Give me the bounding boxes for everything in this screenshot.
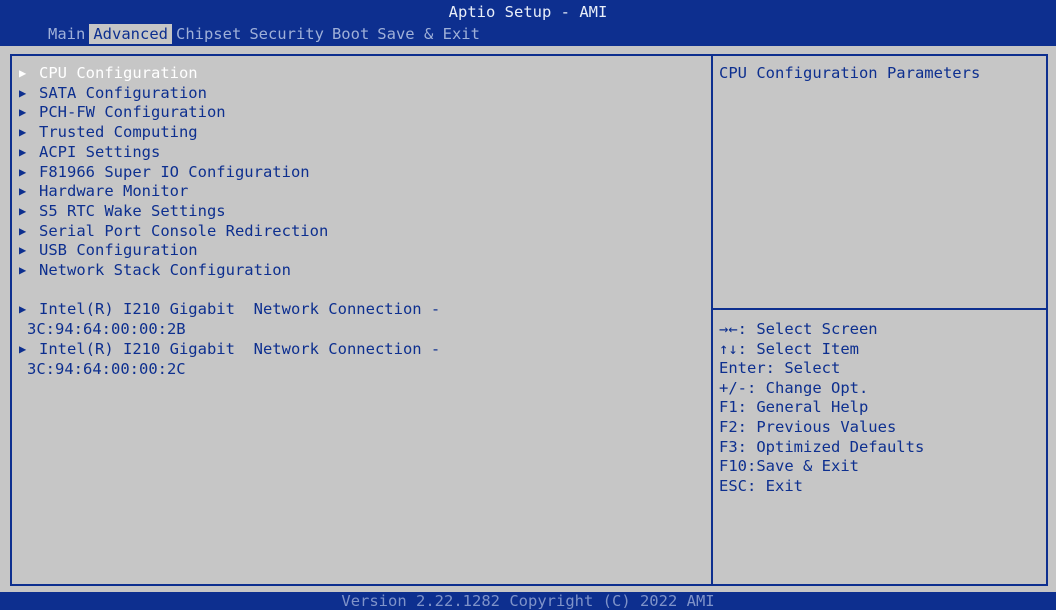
triangle-right-icon: ▶ xyxy=(19,144,27,159)
key-select-screen: →←: Select Screen xyxy=(719,320,878,338)
key-change-opt: +/-: Change Opt. xyxy=(719,378,869,397)
triangle-right-icon: ▶ xyxy=(19,85,27,100)
menu-item-label: PCH-FW Configuration xyxy=(39,103,226,122)
key-general-help: F1: General Help xyxy=(719,398,869,417)
key-legend: →←: Select Screen ↑↓: Select Item Enter:… xyxy=(719,320,1039,496)
network-connection-name: Intel(R) I210 Gigabit Network Connection… xyxy=(39,300,441,319)
network-connection-mac: 3C:94:64:00:00:2C xyxy=(27,359,186,378)
key-previous-values: F2: Previous Values xyxy=(719,417,897,436)
vertical-divider xyxy=(711,54,713,586)
key-select-item: ↑↓: Select Item xyxy=(719,339,859,358)
tab-main[interactable]: Main xyxy=(44,24,89,44)
tab-save-exit[interactable]: Save & Exit xyxy=(373,24,484,44)
network-connection-title: ▶ Intel(R) I210 Gigabit Network Connecti… xyxy=(19,340,699,360)
help-divider xyxy=(713,308,1048,310)
menu-item-hardware-monitor[interactable]: ▶ Hardware Monitor xyxy=(19,182,699,202)
triangle-right-icon: ▶ xyxy=(19,302,27,317)
menu-item-label: Network Stack Configuration xyxy=(39,261,291,280)
app-title: Aptio Setup - AMI xyxy=(448,3,608,21)
triangle-right-icon: ▶ xyxy=(19,341,27,356)
version-text: Version 2.22.1282 Copyright (C) 2022 AMI xyxy=(341,592,715,610)
menu-item-label: ACPI Settings xyxy=(39,142,161,161)
key-optimized-defaults: F3: Optimized Defaults xyxy=(719,437,925,456)
tab-chipset[interactable]: Chipset xyxy=(172,24,245,44)
menu-item-label: F81966 Super IO Configuration xyxy=(39,162,310,181)
menu-item-s5-rtc-wake-settings[interactable]: ▶ S5 RTC Wake Settings xyxy=(19,202,699,222)
menu-item-label: S5 RTC Wake Settings xyxy=(39,201,226,220)
triangle-right-icon: ▶ xyxy=(19,105,27,120)
network-connection-name: Intel(R) I210 Gigabit Network Connection… xyxy=(39,339,441,358)
menu-item-label: Hardware Monitor xyxy=(39,182,189,201)
menu-item-label: SATA Configuration xyxy=(39,83,207,102)
triangle-right-icon: ▶ xyxy=(19,243,27,258)
network-connection-title: ▶ Intel(R) I210 Gigabit Network Connecti… xyxy=(19,300,699,320)
menu-item-super-io-configuration[interactable]: ▶ F81966 Super IO Configuration xyxy=(19,163,699,183)
key-save-exit: F10:Save & Exit xyxy=(719,457,859,476)
key-esc-exit: ESC: Exit xyxy=(719,476,803,495)
menu-item-sata-configuration[interactable]: ▶ SATA Configuration xyxy=(19,84,699,104)
tab-advanced[interactable]: Advanced xyxy=(89,24,172,44)
menu-item-label: Serial Port Console Redirection xyxy=(39,221,329,240)
triangle-right-icon: ▶ xyxy=(19,125,27,140)
triangle-right-icon: ▶ xyxy=(19,164,27,179)
triangle-right-icon: ▶ xyxy=(19,223,27,238)
network-connection-mac: 3C:94:64:00:00:2B xyxy=(27,320,186,339)
menu-item-network-connection-1[interactable]: ▶ Intel(R) I210 Gigabit Network Connecti… xyxy=(19,300,699,339)
menu-item-label: Trusted Computing xyxy=(39,123,198,142)
menu-item-label: CPU Configuration xyxy=(39,64,198,82)
triangle-right-icon: ▶ xyxy=(19,184,27,199)
menu-item-acpi-settings[interactable]: ▶ ACPI Settings xyxy=(19,143,699,163)
menu-item-usb-configuration[interactable]: ▶ USB Configuration xyxy=(19,241,699,261)
menu-item-network-stack-configuration[interactable]: ▶ Network Stack Configuration xyxy=(19,261,699,281)
help-description: CPU Configuration Parameters xyxy=(719,64,981,82)
menu-item-network-connection-2[interactable]: ▶ Intel(R) I210 Gigabit Network Connecti… xyxy=(19,340,699,379)
header-bar: Aptio Setup - AMI Main Advanced Chipset … xyxy=(0,0,1056,46)
menu-item-cpu-configuration[interactable]: ▶ CPU Configuration xyxy=(19,64,699,84)
menu-item-trusted-computing[interactable]: ▶ Trusted Computing xyxy=(19,123,699,143)
footer-bar: Version 2.22.1282 Copyright (C) 2022 AMI xyxy=(0,592,1056,610)
tab-security[interactable]: Security xyxy=(245,24,328,44)
triangle-right-icon: ▶ xyxy=(19,66,27,80)
menu-item-pch-fw-configuration[interactable]: ▶ PCH-FW Configuration xyxy=(19,103,699,123)
menu-item-label: USB Configuration xyxy=(39,241,198,260)
tab-bar: Main Advanced Chipset Security Boot Save… xyxy=(44,24,484,44)
key-enter-select: Enter: Select xyxy=(719,359,841,378)
menu-spacer xyxy=(19,281,699,301)
triangle-right-icon: ▶ xyxy=(19,203,27,218)
triangle-right-icon: ▶ xyxy=(19,263,27,278)
menu-item-serial-port-console-redirection[interactable]: ▶ Serial Port Console Redirection xyxy=(19,222,699,242)
menu-list: ▶ CPU Configuration ▶ SATA Configuration… xyxy=(19,64,699,379)
tab-boot[interactable]: Boot xyxy=(328,24,373,44)
